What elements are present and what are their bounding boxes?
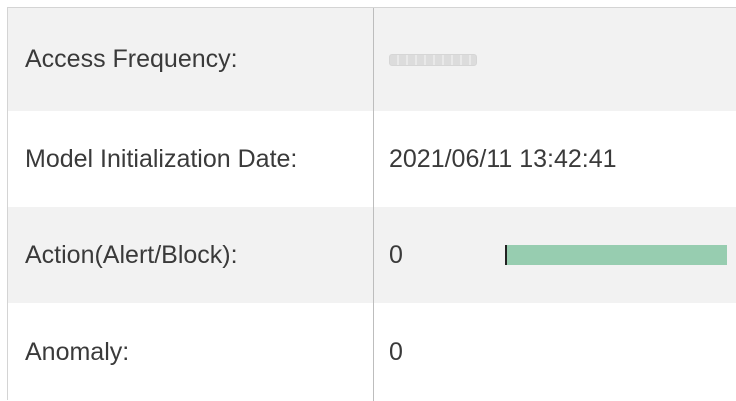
table-row-anomaly: Anomaly: 0 bbox=[8, 303, 736, 401]
model-info-table: Access Frequency: Model Initialization D… bbox=[7, 7, 736, 401]
action-bar bbox=[505, 245, 727, 265]
action-bar-marker bbox=[505, 245, 507, 265]
anomaly-label: Anomaly: bbox=[25, 337, 130, 366]
access-frequency-label: Access Frequency: bbox=[25, 45, 238, 73]
table-row-model-initialization-date: Model Initialization Date: 2021/06/11 13… bbox=[8, 111, 736, 207]
action-value: 0 bbox=[389, 240, 403, 269]
model-initialization-date-value: 2021/06/11 13:42:41 bbox=[389, 144, 617, 173]
action-cell: 0 bbox=[373, 207, 736, 303]
table-row-access-frequency: Access Frequency: bbox=[8, 8, 736, 111]
access-frequency-value bbox=[373, 8, 736, 111]
anomaly-value: 0 bbox=[389, 337, 403, 366]
access-frequency-bar bbox=[389, 53, 477, 66]
model-initialization-date-label: Model Initialization Date: bbox=[25, 144, 298, 173]
action-bar-fill bbox=[507, 245, 727, 265]
column-divider bbox=[373, 8, 374, 401]
table-row-action: Action(Alert/Block): 0 bbox=[8, 207, 736, 303]
action-label: Action(Alert/Block): bbox=[25, 240, 238, 269]
